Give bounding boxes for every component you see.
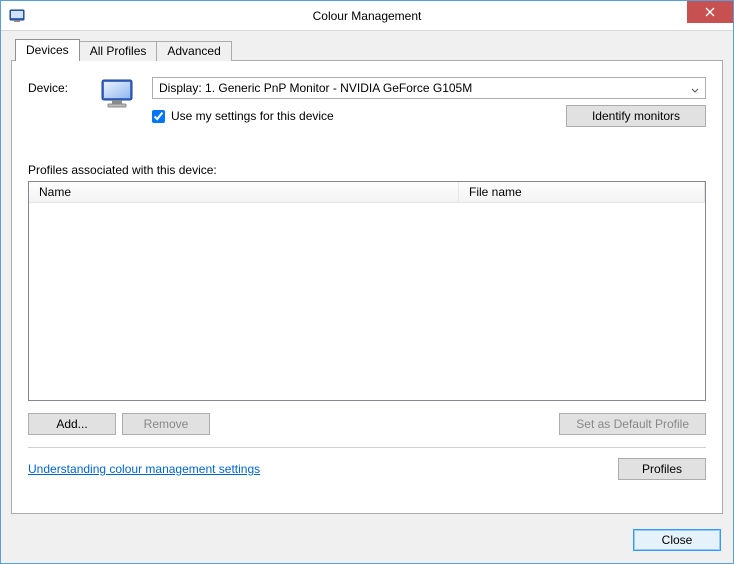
set-default-profile-button: Set as Default Profile: [559, 413, 706, 435]
column-header-name[interactable]: Name: [29, 182, 459, 202]
tab-devices[interactable]: Devices: [15, 39, 80, 61]
profile-button-row: Add... Remove Set as Default Profile: [28, 413, 706, 435]
close-icon: [705, 7, 715, 17]
column-header-file[interactable]: File name: [459, 182, 705, 202]
tab-area: Devices All Profiles Advanced Device:: [11, 41, 723, 515]
device-label: Device:: [28, 77, 88, 95]
close-button[interactable]: Close: [633, 529, 721, 551]
tab-advanced[interactable]: Advanced: [156, 41, 231, 61]
footer: Close: [1, 521, 733, 563]
window-title: Colour Management: [1, 9, 733, 23]
separator: [28, 447, 706, 448]
device-row: Device:: [28, 77, 706, 127]
profiles-list-header: Name File name: [29, 182, 705, 203]
profiles-button[interactable]: Profiles: [618, 458, 706, 480]
monitor-icon: [98, 77, 138, 111]
identify-monitors-button[interactable]: Identify monitors: [566, 105, 706, 127]
use-my-settings-label: Use my settings for this device: [171, 109, 334, 123]
client-area: Devices All Profiles Advanced Device:: [1, 31, 733, 563]
app-icon: [9, 8, 25, 24]
understanding-link[interactable]: Understanding colour management settings: [28, 462, 260, 476]
device-right: Display: 1. Generic PnP Monitor - NVIDIA…: [152, 77, 706, 127]
tab-page-devices: Device:: [11, 60, 723, 514]
under-combo-row: Use my settings for this device Identify…: [152, 105, 706, 127]
tab-all-profiles[interactable]: All Profiles: [79, 41, 158, 61]
profiles-listview[interactable]: Name File name: [28, 181, 706, 401]
close-window-button[interactable]: [687, 1, 733, 23]
profiles-heading: Profiles associated with this device:: [28, 163, 706, 177]
use-my-settings-input[interactable]: [152, 110, 165, 123]
use-my-settings-checkbox[interactable]: Use my settings for this device: [152, 109, 334, 123]
title-bar: Colour Management: [1, 1, 733, 31]
profiles-list-body: [29, 203, 705, 400]
device-dropdown-value: Display: 1. Generic PnP Monitor - NVIDIA…: [159, 81, 472, 95]
tab-strip: Devices All Profiles Advanced: [11, 41, 723, 61]
device-dropdown[interactable]: Display: 1. Generic PnP Monitor - NVIDIA…: [152, 77, 706, 99]
add-button[interactable]: Add...: [28, 413, 116, 435]
bottom-row: Understanding colour management settings…: [28, 458, 706, 480]
chevron-down-icon: [691, 84, 699, 98]
remove-button: Remove: [122, 413, 210, 435]
